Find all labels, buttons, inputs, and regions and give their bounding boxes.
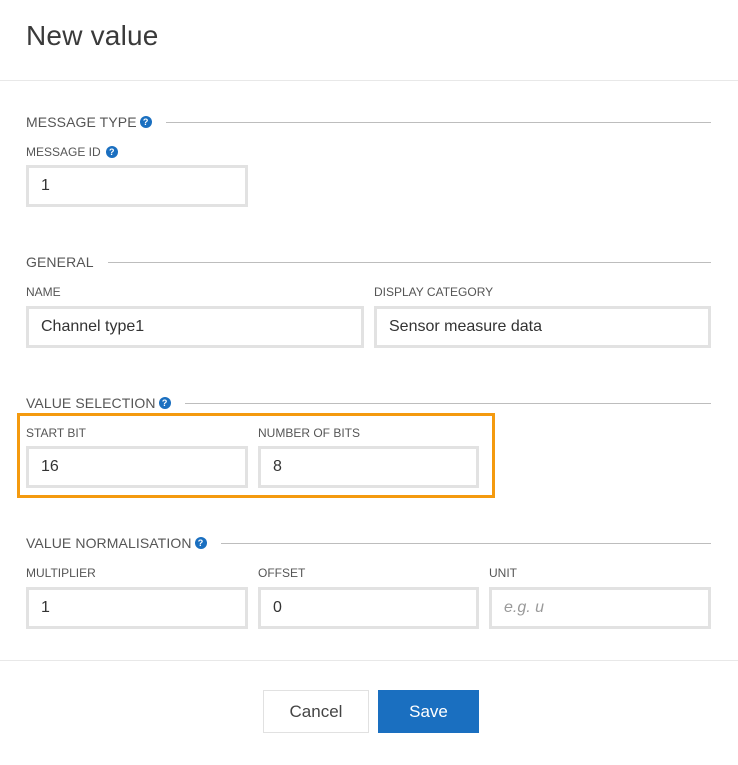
start-bit-input[interactable]: 16	[26, 446, 248, 488]
dialog-title: New value	[26, 20, 159, 51]
display-category-input[interactable]: Sensor measure data	[374, 306, 711, 348]
section-title-value-selection: VALUE SELECTION	[26, 395, 156, 411]
section-line	[220, 542, 711, 544]
section-header-general: GENERAL	[26, 253, 711, 271]
unit-input[interactable]: e.g. u	[489, 587, 711, 629]
display-category-label: DISPLAY CATEGORY	[374, 285, 494, 299]
save-button[interactable]: Save	[378, 690, 479, 733]
section-line	[184, 402, 711, 404]
help-icon[interactable]: ?	[105, 146, 118, 158]
header-divider	[0, 80, 738, 81]
number-of-bits-label: NUMBER OF BITS	[258, 426, 361, 440]
offset-input[interactable]: 0	[258, 587, 479, 629]
name-input[interactable]: Channel type1	[26, 306, 364, 348]
name-label: NAME	[26, 285, 61, 299]
section-title-general: GENERAL	[26, 254, 94, 270]
multiplier-label: MULTIPLIER	[26, 566, 96, 580]
section-line	[165, 121, 711, 123]
help-icon[interactable]: ?	[139, 116, 152, 128]
section-header-message-type: MESSAGE TYPE ?	[26, 113, 711, 131]
message-id-input[interactable]: 1	[26, 165, 248, 207]
start-bit-label: START BIT	[26, 426, 87, 440]
number-of-bits-input[interactable]: 8	[258, 446, 479, 488]
help-icon[interactable]: ?	[194, 537, 207, 549]
offset-label: OFFSET	[258, 566, 306, 580]
footer-divider	[0, 660, 738, 661]
message-id-label-text: MESSAGE ID	[26, 145, 101, 159]
section-title-value-normalisation: VALUE NORMALISATION	[26, 535, 192, 551]
cancel-button[interactable]: Cancel	[263, 690, 369, 733]
unit-label: UNIT	[489, 566, 517, 580]
message-id-label: MESSAGE ID ?	[26, 145, 118, 159]
help-icon[interactable]: ?	[158, 397, 171, 409]
section-header-value-normalisation: VALUE NORMALISATION ?	[26, 534, 711, 552]
section-line	[107, 261, 711, 263]
multiplier-input[interactable]: 1	[26, 587, 248, 629]
section-header-value-selection: VALUE SELECTION ?	[26, 394, 711, 412]
section-title-message-type: MESSAGE TYPE	[26, 114, 137, 130]
